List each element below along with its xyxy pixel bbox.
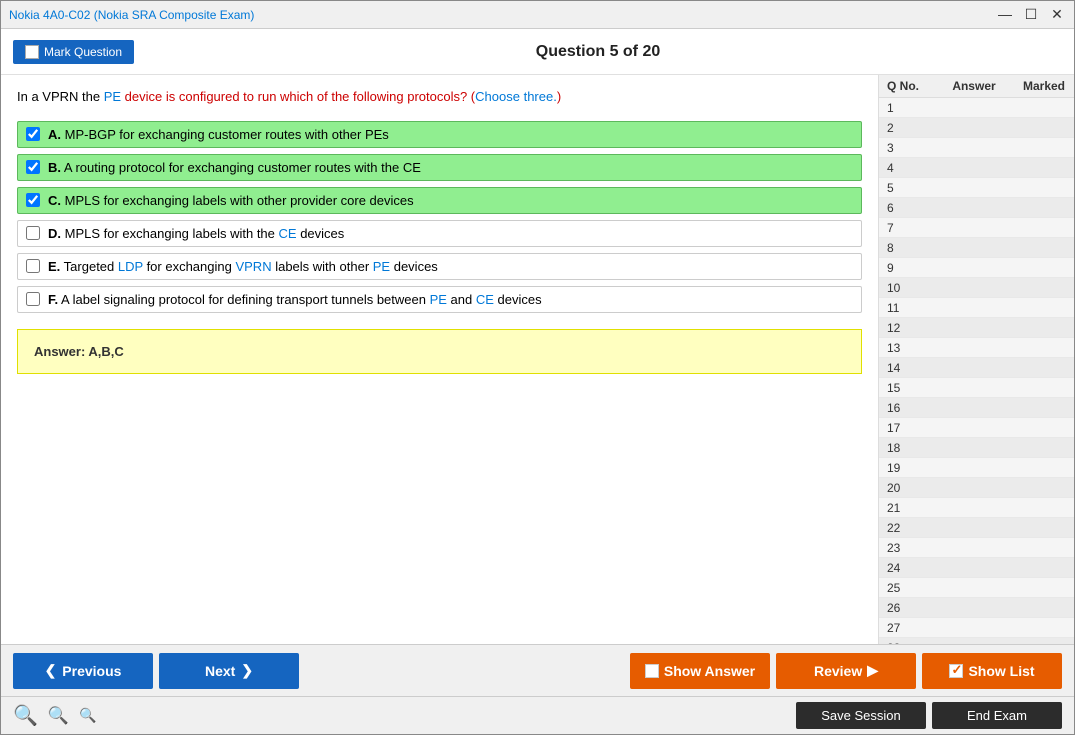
option-text-c: C. MPLS for exchanging labels with other…	[48, 193, 414, 208]
sidebar-header-qno: Q No.	[879, 79, 934, 93]
question-sidebar: Q No. Answer Marked 1 2 3 4 5 6 7 8 9 10…	[879, 75, 1074, 644]
show-list-button[interactable]: ✓ Show List	[922, 653, 1062, 689]
list-item[interactable]: 7	[879, 218, 1074, 238]
option-checkbox-e[interactable]	[26, 259, 40, 273]
previous-arrow-icon: ❮	[45, 662, 57, 679]
list-item[interactable]: 1	[879, 98, 1074, 118]
minimize-button[interactable]: —	[996, 6, 1014, 23]
option-row-c: C. MPLS for exchanging labels with other…	[17, 187, 862, 214]
list-item[interactable]: 3	[879, 138, 1074, 158]
save-session-button[interactable]: Save Session	[796, 702, 926, 729]
list-item[interactable]: 5	[879, 178, 1074, 198]
option-text-a: A. MP-BGP for exchanging customer routes…	[48, 127, 389, 142]
app-window: Nokia 4A0-C02 (Nokia SRA Composite Exam)…	[0, 0, 1075, 735]
list-item[interactable]: 4	[879, 158, 1074, 178]
list-item[interactable]: 22	[879, 518, 1074, 538]
list-item[interactable]: 21	[879, 498, 1074, 518]
question-text: In a VPRN the PE device is configured to…	[17, 87, 862, 107]
window-title: Nokia 4A0-C02 (Nokia SRA Composite Exam)	[9, 8, 254, 22]
option-row-a: A. MP-BGP for exchanging customer routes…	[17, 121, 862, 148]
list-item[interactable]: 9	[879, 258, 1074, 278]
list-item[interactable]: 17	[879, 418, 1074, 438]
bottom-nav: ❮ Previous Next ❯ Show Answer Review ▶ ✓…	[1, 644, 1074, 696]
sidebar-list[interactable]: 1 2 3 4 5 6 7 8 9 10 11 12 13 14 15 16 1…	[879, 98, 1074, 644]
option-checkbox-a[interactable]	[26, 127, 40, 141]
title-bar: Nokia 4A0-C02 (Nokia SRA Composite Exam)…	[1, 1, 1074, 29]
list-item[interactable]: 14	[879, 358, 1074, 378]
option-text-d: D. MPLS for exchanging labels with the C…	[48, 226, 344, 241]
option-row-f: F. A label signaling protocol for defini…	[17, 286, 862, 313]
option-text-b: B. A routing protocol for exchanging cus…	[48, 160, 421, 175]
q-text-part3: )	[557, 89, 561, 104]
list-item[interactable]: 8	[879, 238, 1074, 258]
option-checkbox-b[interactable]	[26, 160, 40, 174]
answer-box: Answer: A,B,C	[17, 329, 862, 374]
option-row-d: D. MPLS for exchanging labels with the C…	[17, 220, 862, 247]
bottom-right-buttons: Save Session End Exam	[796, 702, 1062, 729]
zoom-normal-icon[interactable]: 🔍	[48, 706, 69, 726]
sidebar-header-marked: Marked	[1014, 79, 1074, 93]
list-item[interactable]: 18	[879, 438, 1074, 458]
previous-label: Previous	[62, 663, 121, 679]
answer-label: Answer: A,B,C	[34, 344, 124, 359]
list-item[interactable]: 26	[879, 598, 1074, 618]
sidebar-header: Q No. Answer Marked	[879, 75, 1074, 98]
zoom-in-icon[interactable]: 🔍	[13, 703, 38, 728]
list-item[interactable]: 23	[879, 538, 1074, 558]
list-item[interactable]: 20	[879, 478, 1074, 498]
previous-button[interactable]: ❮ Previous	[13, 653, 153, 689]
list-item[interactable]: 2	[879, 118, 1074, 138]
show-list-checkbox-icon: ✓	[949, 664, 963, 678]
show-answer-label: Show Answer	[664, 663, 755, 679]
option-text-e: E. Targeted LDP for exchanging VPRN labe…	[48, 259, 438, 274]
end-exam-button[interactable]: End Exam	[932, 702, 1062, 729]
show-answer-button[interactable]: Show Answer	[630, 653, 770, 689]
q-text-pe: PE	[104, 89, 121, 104]
question-area: In a VPRN the PE device is configured to…	[1, 75, 879, 644]
next-button[interactable]: Next ❯	[159, 653, 299, 689]
next-arrow-icon: ❯	[241, 662, 253, 679]
show-answer-checkbox-icon	[645, 664, 659, 678]
next-label: Next	[205, 663, 235, 679]
maximize-button[interactable]: ☐	[1022, 6, 1040, 23]
zoom-out-icon[interactable]: 🔍	[79, 707, 96, 724]
list-item[interactable]: 6	[879, 198, 1074, 218]
sidebar-header-answer: Answer	[934, 79, 1014, 93]
list-item[interactable]: 13	[879, 338, 1074, 358]
main-content: In a VPRN the PE device is configured to…	[1, 75, 1074, 644]
q-text-choose: Choose three.	[475, 89, 557, 104]
review-arrow-icon: ▶	[867, 662, 878, 679]
option-checkbox-d[interactable]	[26, 226, 40, 240]
list-item[interactable]: 12	[879, 318, 1074, 338]
close-button[interactable]: ✕	[1048, 6, 1066, 23]
window-controls: — ☐ ✕	[996, 6, 1066, 23]
list-item[interactable]: 16	[879, 398, 1074, 418]
mark-question-button[interactable]: Mark Question	[13, 40, 134, 64]
show-list-label: Show List	[968, 663, 1034, 679]
q-text-part2: device is configured to run which of the…	[121, 89, 475, 104]
mark-question-label: Mark Question	[44, 45, 122, 59]
question-title: Question 5 of 20	[134, 43, 1062, 61]
q-text-part1: In a VPRN the	[17, 89, 104, 104]
list-item[interactable]: 19	[879, 458, 1074, 478]
list-item[interactable]: 25	[879, 578, 1074, 598]
zoom-bar: 🔍 🔍 🔍 Save Session End Exam	[1, 696, 1074, 734]
list-item[interactable]: 27	[879, 618, 1074, 638]
option-checkbox-f[interactable]	[26, 292, 40, 306]
option-row-e: E. Targeted LDP for exchanging VPRN labe…	[17, 253, 862, 280]
list-item[interactable]: 10	[879, 278, 1074, 298]
list-item[interactable]: 15	[879, 378, 1074, 398]
toolbar: Mark Question Question 5 of 20	[1, 29, 1074, 75]
review-button[interactable]: Review ▶	[776, 653, 916, 689]
list-item[interactable]: 24	[879, 558, 1074, 578]
review-label: Review	[814, 663, 862, 679]
option-row-b: B. A routing protocol for exchanging cus…	[17, 154, 862, 181]
mark-checkbox-icon	[25, 45, 39, 59]
list-item[interactable]: 11	[879, 298, 1074, 318]
option-checkbox-c[interactable]	[26, 193, 40, 207]
option-text-f: F. A label signaling protocol for defini…	[48, 292, 542, 307]
